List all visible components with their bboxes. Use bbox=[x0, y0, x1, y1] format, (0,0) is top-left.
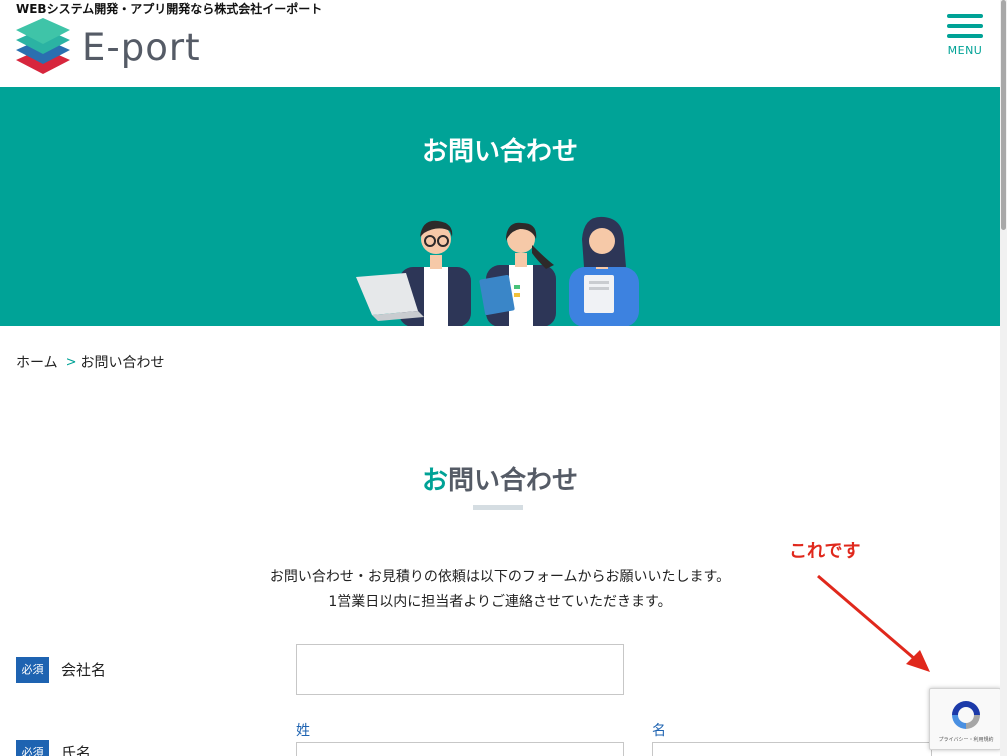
section-title-accent: お bbox=[421, 466, 448, 496]
first-name-label: 名 bbox=[652, 723, 666, 739]
hero-title: お問い合わせ bbox=[421, 137, 578, 167]
section-title: お問い合わせ bbox=[0, 460, 1000, 497]
first-name-input[interactable] bbox=[652, 742, 932, 756]
section-title-underline bbox=[473, 505, 523, 510]
eport-logo-icon bbox=[16, 18, 70, 74]
site-logo[interactable]: E-port bbox=[16, 18, 201, 76]
annotation-label: これです bbox=[789, 541, 861, 562]
hamburger-icon-bar-2 bbox=[947, 24, 983, 28]
annotation-arrow-icon bbox=[817, 574, 930, 672]
required-badge-name: 必須 bbox=[16, 740, 49, 756]
section-title-rest: 問い合わせ bbox=[448, 466, 579, 496]
logo-text: E-port bbox=[82, 25, 201, 69]
hamburger-icon-bar-3 bbox=[947, 34, 983, 38]
recaptcha-icon bbox=[952, 701, 980, 729]
scrollbar-thumb[interactable] bbox=[1001, 0, 1006, 230]
last-name-input[interactable] bbox=[296, 742, 624, 756]
site-tagline: WEBシステム開発・アプリ開発なら株式会社イーポート bbox=[16, 2, 323, 16]
chevron-right-icon: > bbox=[65, 354, 77, 370]
required-badge-company: 必須 bbox=[16, 657, 49, 683]
breadcrumb: ホーム > お問い合わせ bbox=[16, 352, 165, 372]
name-label: 氏名 bbox=[61, 744, 92, 756]
breadcrumb-home-link[interactable]: ホーム bbox=[16, 352, 58, 372]
breadcrumb-current: お問い合わせ bbox=[80, 355, 165, 371]
recaptcha-badge[interactable]: プライバシー・利用規約 bbox=[929, 688, 1001, 750]
hamburger-icon bbox=[947, 14, 983, 18]
page-scrollbar[interactable] bbox=[1000, 0, 1007, 756]
company-input[interactable] bbox=[296, 644, 624, 695]
last-name-label: 姓 bbox=[296, 723, 310, 739]
company-label: 会社名 bbox=[61, 661, 107, 679]
staff-illustration bbox=[356, 216, 639, 326]
recaptcha-text[interactable]: プライバシー・利用規約 bbox=[934, 736, 998, 743]
menu-label: MENU bbox=[947, 44, 983, 57]
menu-button[interactable]: MENU bbox=[944, 14, 986, 60]
hero-banner: お問い合わせ bbox=[0, 87, 1000, 326]
